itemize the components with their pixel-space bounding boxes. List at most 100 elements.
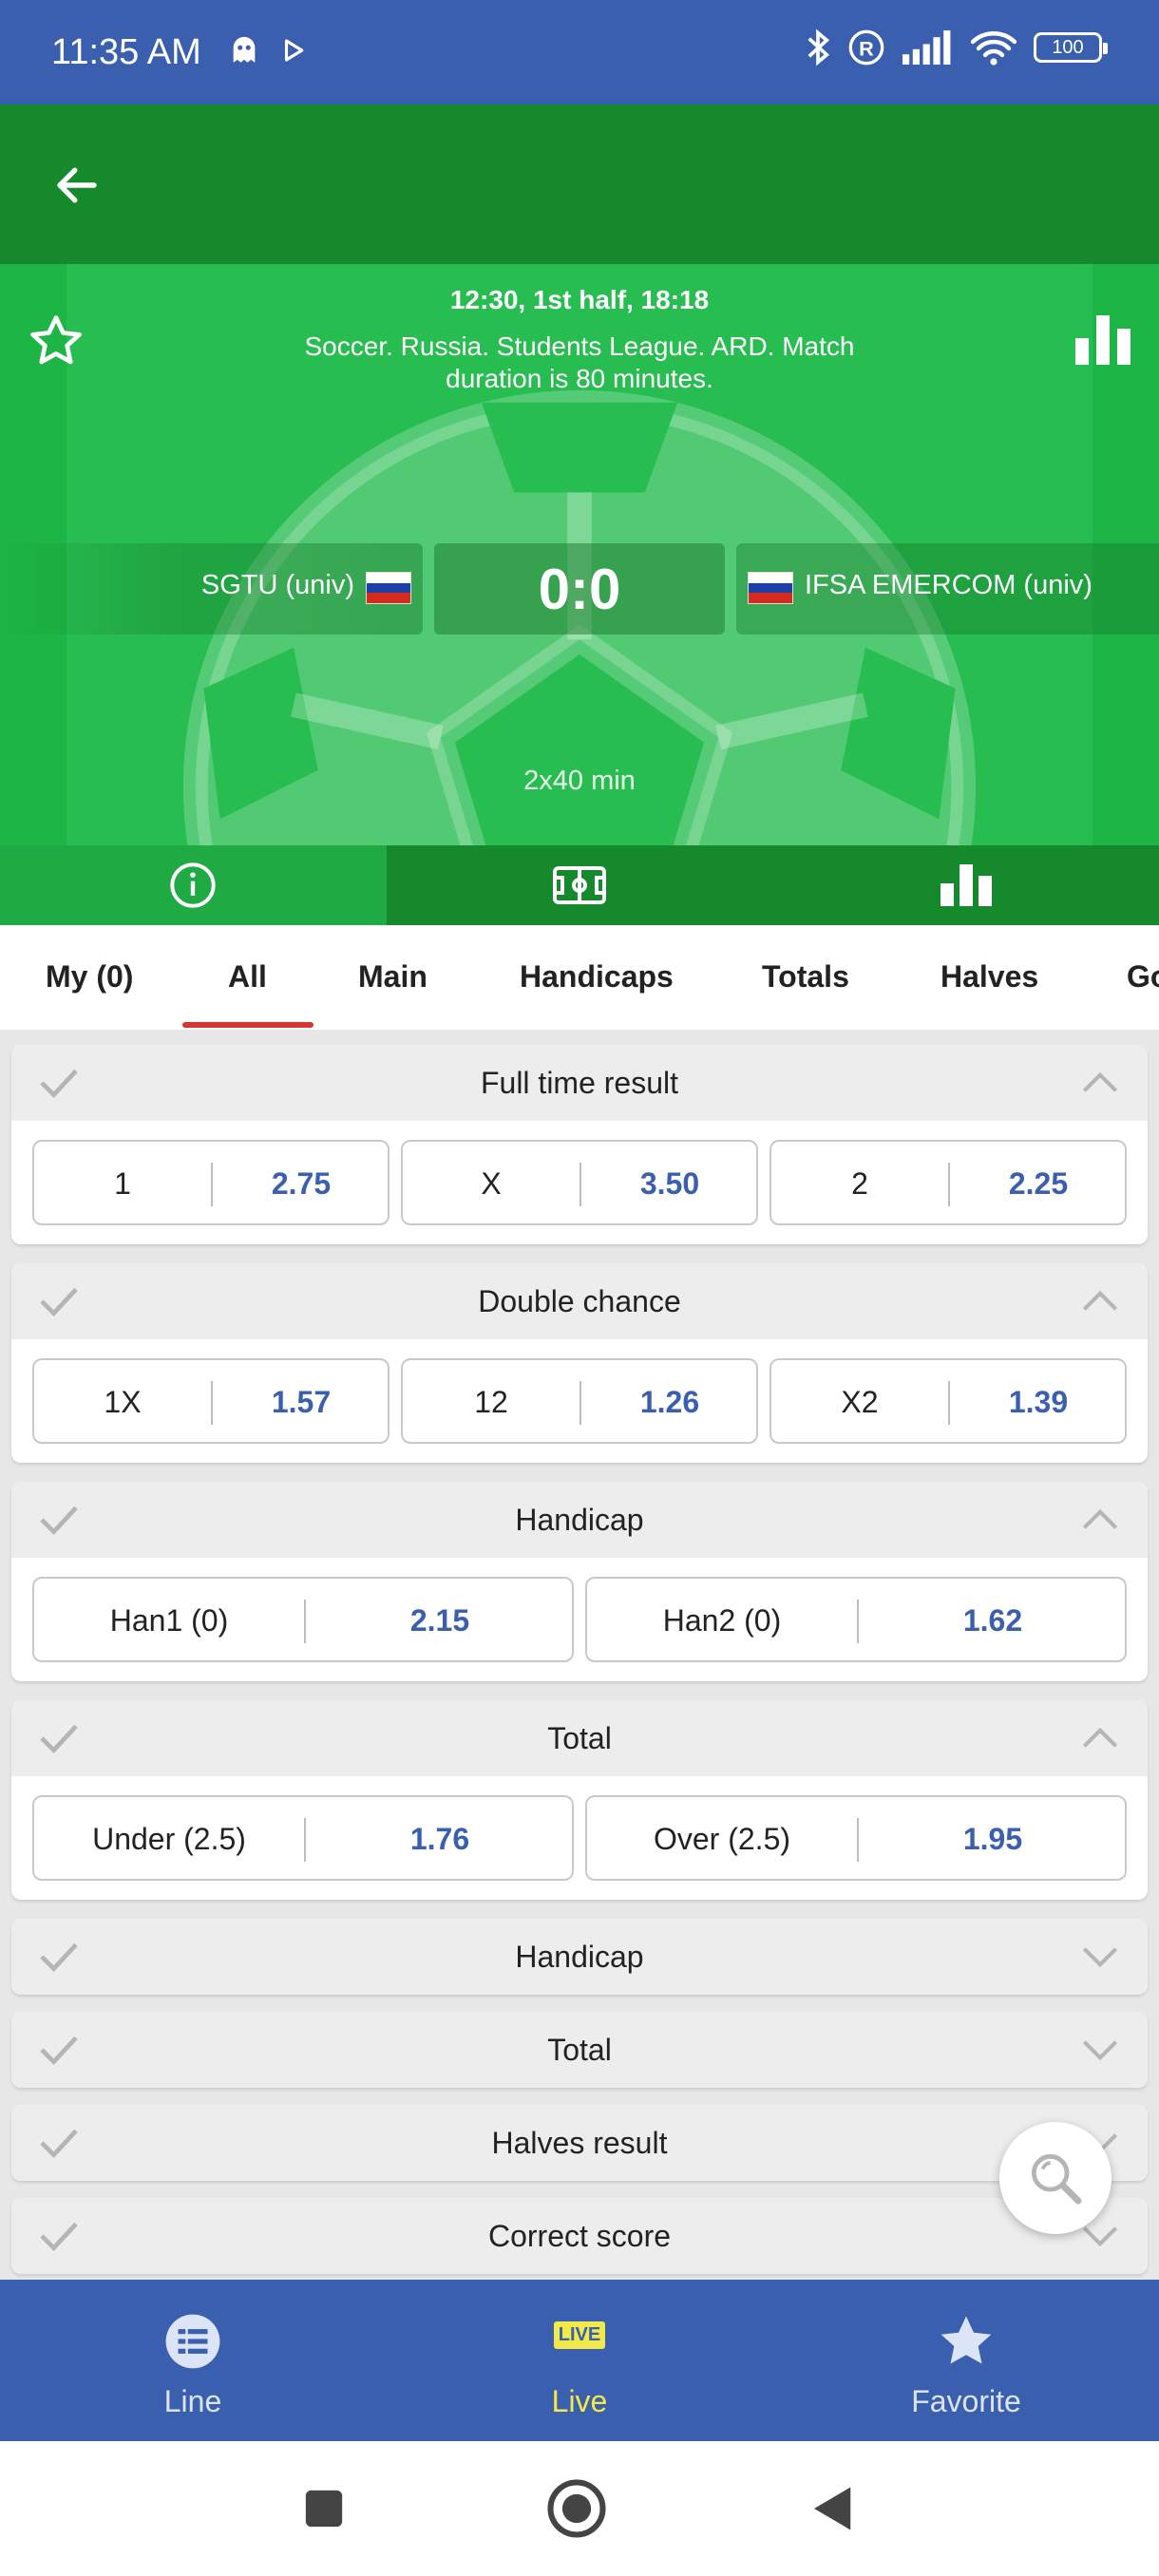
market-title: Double chance xyxy=(478,1284,681,1318)
odd-label: 1 xyxy=(114,1166,131,1201)
active-tab-indicator xyxy=(182,1022,314,1028)
odd-button[interactable]: X2 1.39 xyxy=(770,1358,1127,1444)
tab-totals[interactable]: Totals xyxy=(762,959,849,994)
play-icon xyxy=(284,39,304,62)
odd-label: 1X xyxy=(104,1385,142,1419)
nav-line-label: Line xyxy=(163,2384,222,2418)
odd-label: Han1 (0) xyxy=(109,1603,229,1638)
market-double-chance: Double chance 1X 1.57 12 1.26 X2 1.39 xyxy=(11,1263,1148,1463)
status-time: 11:35 AM xyxy=(51,32,201,72)
market-header[interactable]: Correct score xyxy=(11,2198,1148,2274)
system-nav-bar xyxy=(0,2441,1159,2576)
odd-button[interactable]: Han2 (0) 1.62 xyxy=(585,1577,1127,1662)
score: 0:0 xyxy=(434,543,725,635)
header-tabs xyxy=(0,845,1159,925)
teams-row: SGTU (univ) 0:0 IFSA EMERCOM (univ) xyxy=(0,543,1159,635)
svg-text:R: R xyxy=(859,36,874,60)
market-total: Total Under (2.5) 1.76 Over (2.5) 1.95 xyxy=(11,1700,1148,1900)
home-icon[interactable] xyxy=(545,2477,608,2540)
odd-value: 3.50 xyxy=(639,1166,700,1201)
search-fab-button[interactable] xyxy=(999,2122,1112,2234)
odd-button[interactable]: Over (2.5) 1.95 xyxy=(585,1795,1127,1881)
odd-button[interactable]: Han1 (0) 2.15 xyxy=(32,1577,574,1662)
odd-value: 1.76 xyxy=(409,1822,470,1856)
tab-field[interactable] xyxy=(387,845,773,925)
tab-main[interactable]: Main xyxy=(358,959,428,994)
market-header[interactable]: Halves result xyxy=(11,2105,1148,2181)
russia-flag-icon xyxy=(748,572,793,604)
list-icon xyxy=(165,2314,220,2369)
tab-halves[interactable]: Halves xyxy=(940,959,1038,994)
odd-value: 1.95 xyxy=(962,1822,1023,1856)
odd-button[interactable]: 2 2.25 xyxy=(770,1140,1127,1225)
signal-icon xyxy=(902,30,951,65)
team1-name: SGTU (univ) xyxy=(200,570,354,600)
tab-goals[interactable]: Go xyxy=(1127,959,1159,994)
odd-button[interactable]: Under (2.5) 1.76 xyxy=(32,1795,574,1881)
match-time-info: 12:30, 1st half, 18:18 xyxy=(449,285,710,314)
chevron-down-icon xyxy=(1082,2040,1118,2061)
odd-button[interactable]: 12 1.26 xyxy=(401,1358,758,1444)
tab-handicaps[interactable]: Handicaps xyxy=(520,959,674,994)
favorite-star-button[interactable] xyxy=(27,312,86,370)
market-title: Full time result xyxy=(480,1066,679,1100)
bluetooth-icon xyxy=(808,28,830,66)
odd-value: 2.75 xyxy=(271,1166,332,1201)
chevron-down-icon xyxy=(1082,2226,1118,2247)
odd-value: 1.26 xyxy=(639,1385,700,1419)
bottom-nav: Line LIVE Live Favorite xyxy=(0,2280,1159,2441)
tab-my[interactable]: My (0) xyxy=(46,959,133,994)
market-header[interactable]: Handicap xyxy=(11,1482,1148,1558)
odd-label: Han2 (0) xyxy=(662,1603,782,1638)
odd-label: Under (2.5) xyxy=(92,1822,246,1856)
market-title: Handicap xyxy=(515,1503,644,1537)
flag-stripe xyxy=(749,582,792,594)
odd-label: 2 xyxy=(851,1166,868,1201)
market-tabs: My (0) All Main Handicaps Totals Halves … xyxy=(0,925,1159,1030)
chevron-up-icon xyxy=(1082,1508,1118,1529)
app-bar xyxy=(0,104,1159,264)
odd-button[interactable]: 1X 1.57 xyxy=(32,1358,390,1444)
back-nav-icon[interactable] xyxy=(808,2483,855,2534)
registered-icon: R xyxy=(848,29,884,66)
info-icon xyxy=(170,862,216,908)
market-header[interactable]: Full time result xyxy=(11,1045,1148,1121)
odd-button[interactable]: X 3.50 xyxy=(401,1140,758,1225)
star-icon xyxy=(940,2316,992,2364)
tab-info[interactable] xyxy=(0,845,387,925)
team2-name: IFSA EMERCOM (univ) xyxy=(805,570,1092,600)
odd-value: 1.62 xyxy=(962,1603,1023,1638)
arrow-left-icon xyxy=(57,167,97,203)
odd-value: 1.57 xyxy=(271,1385,332,1419)
flag-stripe xyxy=(367,593,410,603)
russia-flag-icon xyxy=(366,572,411,604)
nav-live[interactable]: LIVE Live xyxy=(387,2280,772,2441)
odd-button[interactable]: 1 2.75 xyxy=(32,1140,390,1225)
back-button[interactable] xyxy=(44,152,110,218)
chevron-up-icon xyxy=(1082,1727,1118,1748)
nav-live-label: Live xyxy=(551,2384,608,2418)
market-title: Halves result xyxy=(491,2126,668,2160)
tab-all[interactable]: All xyxy=(228,959,267,994)
market-header[interactable]: Total xyxy=(11,1700,1148,1776)
odd-label: X2 xyxy=(841,1385,879,1419)
tab-stats[interactable] xyxy=(772,845,1159,925)
nav-line[interactable]: Line xyxy=(0,2280,386,2441)
stats-button[interactable] xyxy=(1074,312,1134,365)
market-handicap: Handicap Han1 (0) 2.15 Han2 (0) 1.62 xyxy=(11,1482,1148,1681)
market-handicap-collapsed: Handicap xyxy=(11,1919,1148,1995)
chevron-up-icon xyxy=(1082,1071,1118,1092)
market-total-collapsed: Total xyxy=(11,2012,1148,2088)
market-header[interactable]: Double chance xyxy=(11,1263,1148,1339)
match-header: 12:30, 1st half, 18:18 Soccer. Russia. S… xyxy=(0,264,1159,845)
recents-icon[interactable] xyxy=(302,2487,346,2530)
market-header[interactable]: Total xyxy=(11,2012,1148,2088)
flag-stripe xyxy=(749,593,792,603)
market-title: Total xyxy=(547,1721,612,1755)
odd-value: 2.15 xyxy=(409,1603,470,1638)
market-full-time-result: Full time result 1 2.75 X 3.50 2 2.25 xyxy=(11,1045,1148,1244)
star-outline-icon xyxy=(30,315,82,365)
nav-favorite[interactable]: Favorite xyxy=(773,2280,1159,2441)
wifi-icon xyxy=(971,31,1016,66)
market-header[interactable]: Handicap xyxy=(11,1919,1148,1995)
